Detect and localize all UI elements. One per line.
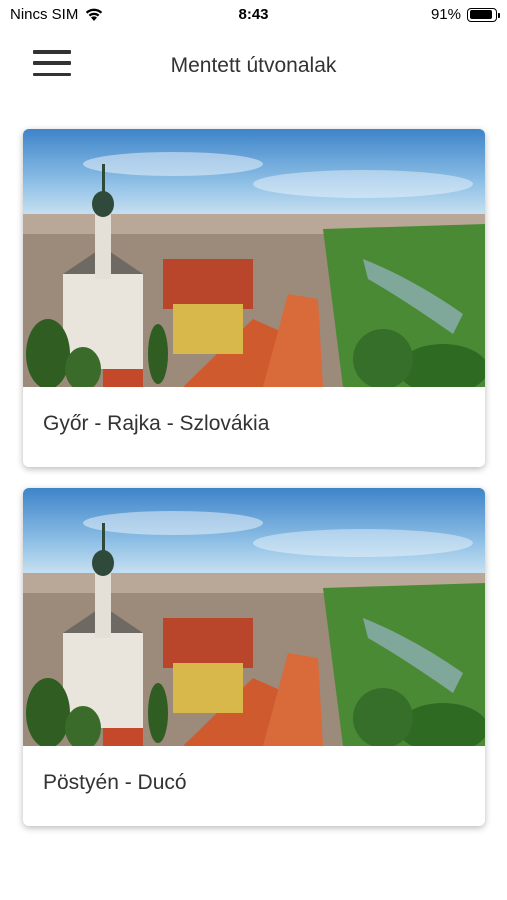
route-name: Pöstyén - Ducó: [43, 771, 187, 794]
battery-level-fill: [469, 10, 493, 19]
menu-line: [33, 50, 71, 54]
page-title: Mentett útvonalak: [170, 54, 337, 77]
route-name: Győr - Rajka - Szlovákia: [43, 412, 270, 435]
route-image: [23, 488, 485, 746]
battery-percent: 91%: [430, 6, 461, 23]
route-image: [23, 129, 485, 387]
app-header: Mentett útvonalak: [0, 30, 507, 100]
battery-icon: [467, 7, 500, 22]
route-card[interactable]: Győr - Rajka - Szlovákia: [23, 129, 485, 467]
battery-status: 91%: [430, 6, 500, 23]
status-bar: Nincs SIM 8:43 91%: [0, 0, 507, 30]
route-card[interactable]: Pöstyén - Ducó: [23, 488, 485, 826]
